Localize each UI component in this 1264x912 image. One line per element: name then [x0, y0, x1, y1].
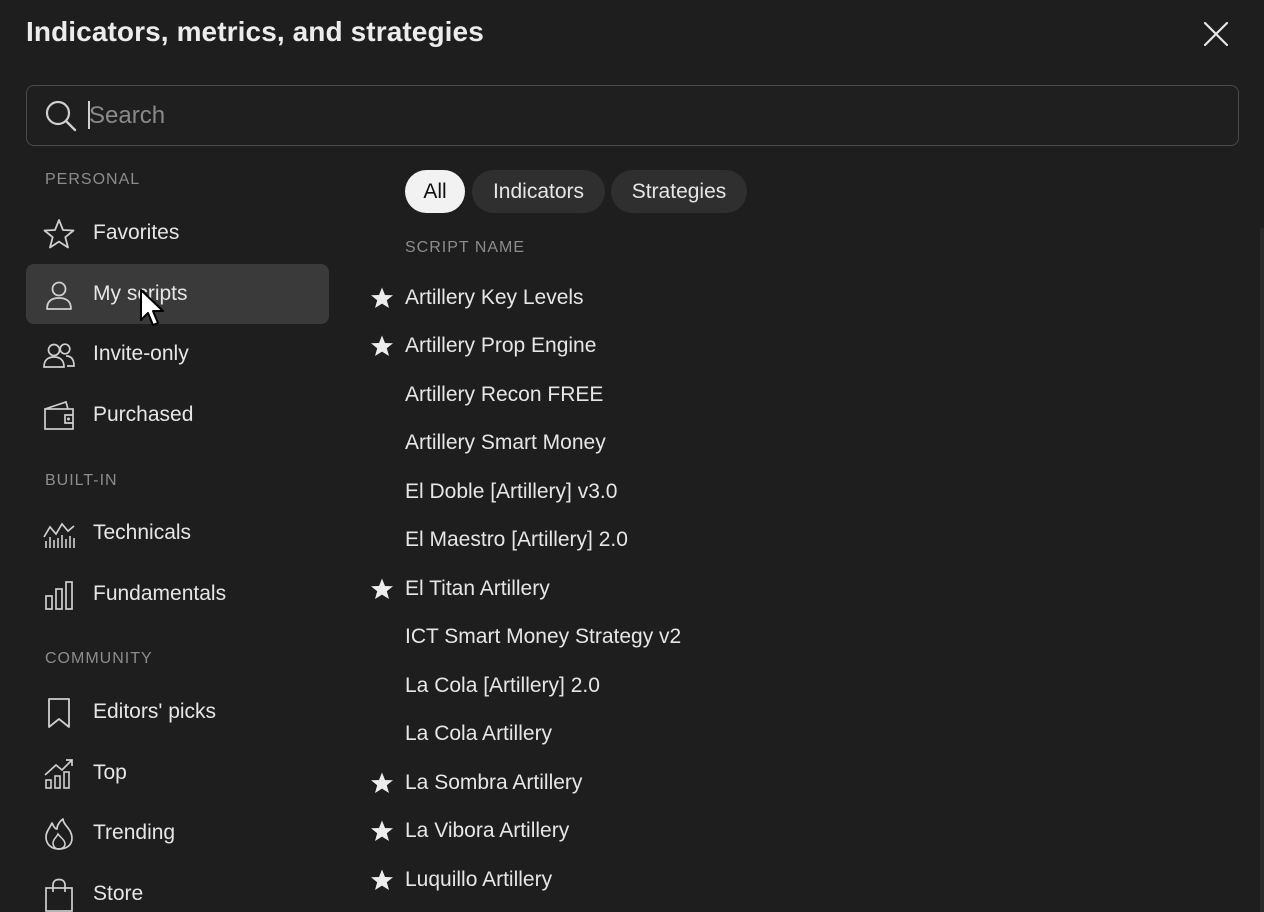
script-name: El Doble [Artillery] v3.0: [405, 480, 618, 503]
filter-chip-indicators[interactable]: Indicators: [472, 170, 605, 213]
sidebar-item-label: Technicals: [93, 521, 192, 544]
sidebar-item-favorites[interactable]: Favorites: [26, 203, 329, 263]
chip-label: Strategies: [631, 179, 727, 203]
script-row[interactable]: ICT Smart Money Strategy v2: [360, 615, 1240, 659]
script-name: Artillery Prop Engine: [405, 334, 597, 357]
sidebar-item-purchased[interactable]: Purchased: [26, 385, 329, 445]
sidebar-item-label: My scripts: [93, 282, 188, 305]
sidebar-item-invite-only[interactable]: Invite-only: [26, 324, 329, 384]
star-outline-icon: [42, 217, 76, 251]
text-caret: [88, 101, 90, 129]
script-row[interactable]: El Titan Artillery: [360, 567, 1240, 611]
script-row[interactable]: La Vibora Artillery: [360, 809, 1240, 853]
filter-chip-strategies[interactable]: Strategies: [611, 170, 747, 213]
script-name: La Vibora Artillery: [405, 819, 570, 842]
star-filled-icon[interactable]: [370, 577, 394, 601]
sidebar-item-top[interactable]: Top: [26, 743, 329, 803]
sidebar-item-label: Editors' picks: [93, 700, 217, 723]
sidebar-item-editors-picks[interactable]: Editors' picks: [26, 682, 329, 742]
wallet-icon: [42, 399, 76, 433]
sidebar-item-trending[interactable]: Trending: [26, 803, 329, 863]
search-box: [26, 85, 1239, 146]
growth-chart-icon: [42, 757, 76, 791]
script-row[interactable]: La Cola [Artillery] 2.0: [360, 664, 1240, 708]
script-row[interactable]: Artillery Prop Engine: [360, 324, 1240, 368]
script-name: La Cola [Artillery] 2.0: [405, 674, 600, 697]
sidebar-item-fundamentals[interactable]: Fundamentals: [26, 564, 329, 624]
star-filled-icon[interactable]: [370, 286, 394, 310]
script-row[interactable]: La Cola Artillery: [360, 712, 1240, 756]
script-name: El Titan Artillery: [405, 577, 550, 600]
sidebar-item-label: Trending: [93, 821, 176, 844]
scrollbar[interactable]: [1260, 228, 1264, 912]
section-header-built-in: BUILT-IN: [45, 472, 118, 489]
star-filled-icon[interactable]: [370, 334, 394, 358]
section-header-community: COMMUNITY: [45, 650, 153, 667]
flame-icon: [42, 817, 76, 851]
sidebar-item-label: Store: [93, 882, 144, 905]
script-row[interactable]: El Doble [Artillery] v3.0: [360, 470, 1240, 514]
script-name: Artillery Smart Money: [405, 431, 606, 454]
script-name: ICT Smart Money Strategy v2: [405, 625, 682, 648]
sidebar-item-label: Invite-only: [93, 342, 189, 365]
script-name: Artillery Key Levels: [405, 286, 584, 309]
star-filled-icon[interactable]: [370, 868, 394, 892]
users-icon: [42, 338, 76, 372]
chip-label: All: [423, 179, 447, 203]
script-name: Luquillo Artillery: [405, 868, 553, 891]
bookmark-icon: [42, 696, 76, 730]
sidebar-item-label: Fundamentals: [93, 582, 227, 605]
script-row[interactable]: Artillery Recon FREE: [360, 373, 1240, 417]
script-row[interactable]: Artillery Smart Money: [360, 421, 1240, 465]
script-row[interactable]: Luquillo Artillery: [360, 858, 1240, 902]
dialog-title: Indicators, metrics, and strategies: [26, 16, 484, 47]
script-name: La Cola Artillery: [405, 722, 553, 745]
sidebar-item-my-scripts[interactable]: My scripts: [26, 264, 329, 324]
script-row[interactable]: La Sombra Artillery: [360, 761, 1240, 805]
bar-chart-icon: [42, 578, 76, 612]
script-name: El Maestro [Artillery] 2.0: [405, 528, 628, 551]
sidebar-item-label: Favorites: [93, 221, 180, 244]
sidebar-item-label: Purchased: [93, 403, 194, 426]
search-input[interactable]: [89, 96, 1219, 136]
chart-line-icon: [42, 517, 76, 551]
column-header-script-name: SCRIPT NAME: [405, 239, 526, 256]
close-icon: [1203, 21, 1229, 47]
section-header-personal: PERSONAL: [45, 171, 141, 188]
close-button[interactable]: [1196, 14, 1236, 54]
search-icon: [45, 100, 77, 132]
sidebar-item-label: Top: [93, 761, 127, 784]
sidebar-item-store[interactable]: Store: [26, 864, 329, 912]
indicators-dialog: Indicators, metrics, and strategies PERS…: [0, 0, 1264, 912]
chip-label: Indicators: [492, 179, 585, 203]
sidebar-item-technicals[interactable]: Technicals: [26, 503, 329, 563]
star-filled-icon[interactable]: [370, 819, 394, 843]
user-icon: [42, 278, 76, 312]
script-row[interactable]: Artillery Key Levels: [360, 276, 1240, 320]
shopping-bag-icon: [42, 878, 76, 912]
script-name: La Sombra Artillery: [405, 771, 583, 794]
script-name: Artillery Recon FREE: [405, 383, 604, 406]
script-row[interactable]: El Maestro [Artillery] 2.0: [360, 518, 1240, 562]
star-filled-icon[interactable]: [370, 771, 394, 795]
filter-chip-all[interactable]: All: [405, 170, 465, 213]
